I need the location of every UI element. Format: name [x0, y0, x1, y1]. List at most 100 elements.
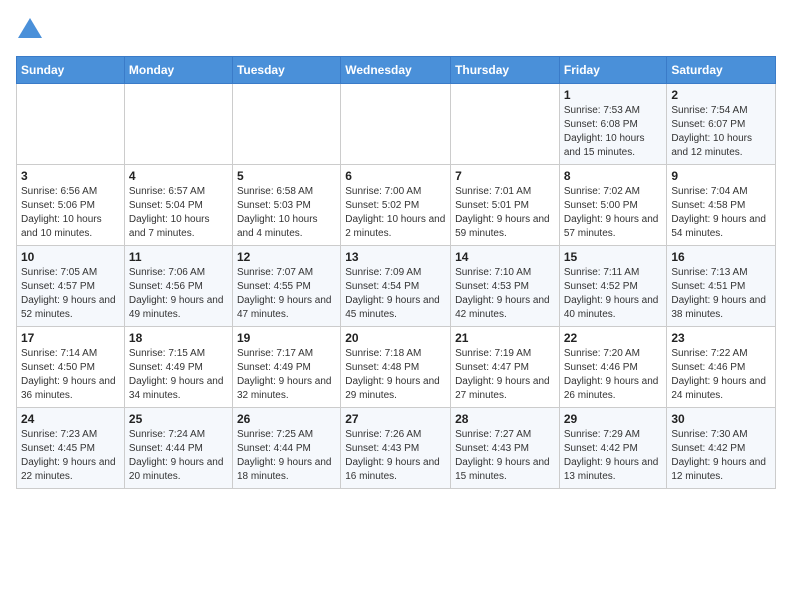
day-info: Sunrise: 7:18 AM Sunset: 4:48 PM Dayligh… [345, 347, 446, 403]
day-info: Sunrise: 6:57 AM Sunset: 5:04 PM Dayligh… [129, 185, 228, 241]
day-number: 6 [345, 169, 446, 183]
day-info: Sunrise: 7:13 AM Sunset: 4:51 PM Dayligh… [671, 266, 771, 322]
day-info: Sunrise: 7:00 AM Sunset: 5:02 PM Dayligh… [345, 185, 446, 241]
day-number: 1 [564, 88, 663, 102]
day-header: Tuesday [232, 57, 340, 84]
calendar-cell: 24Sunrise: 7:23 AM Sunset: 4:45 PM Dayli… [17, 408, 125, 489]
calendar-cell [341, 84, 451, 165]
day-info: Sunrise: 7:01 AM Sunset: 5:01 PM Dayligh… [455, 185, 555, 241]
day-header: Sunday [17, 57, 125, 84]
day-number: 29 [564, 412, 663, 426]
day-number: 10 [21, 250, 120, 264]
calendar-cell: 15 Sunrise: 7:11 AM Sunset: 4:52 PM Dayli… [559, 246, 667, 327]
day-info: Sunrise: 7:25 AM Sunset: 4:44 PM Dayligh… [237, 428, 336, 484]
day-number: 12 [237, 250, 336, 264]
day-header: Friday [559, 57, 667, 84]
day-info: Sunrise: 7:10 AM Sunset: 4:53 PM Dayligh… [455, 266, 555, 322]
calendar-cell: 5 Sunrise: 6:58 AM Sunset: 5:03 PM Daylig… [232, 165, 340, 246]
calendar-cell: 22 Sunrise: 7:20 AM Sunset: 4:46 PM Dayli… [559, 327, 667, 408]
calendar-cell [232, 84, 340, 165]
day-info: Sunrise: 6:56 AM Sunset: 5:06 PM Dayligh… [21, 185, 120, 241]
day-number: 2 [671, 88, 771, 102]
day-info: Sunrise: 7:11 AM Sunset: 4:52 PM Dayligh… [564, 266, 663, 322]
day-info: Sunrise: 7:14 AM Sunset: 4:50 PM Dayligh… [21, 347, 120, 403]
day-info: Sunrise: 7:07 AM Sunset: 4:55 PM Dayligh… [237, 266, 336, 322]
day-info: Sunrise: 7:04 AM Sunset: 4:58 PM Dayligh… [671, 185, 771, 241]
calendar-cell: 12 Sunrise: 7:07 AM Sunset: 4:55 PM Dayli… [232, 246, 340, 327]
day-info: Sunrise: 7:29 AM Sunset: 4:42 PM Dayligh… [564, 428, 663, 484]
calendar-cell: 14 Sunrise: 7:10 AM Sunset: 4:53 PM Dayli… [451, 246, 560, 327]
day-number: 17 [21, 331, 120, 345]
day-info: Sunrise: 7:24 AM Sunset: 4:44 PM Dayligh… [129, 428, 228, 484]
day-info: Sunrise: 7:22 AM Sunset: 4:46 PM Dayligh… [671, 347, 771, 403]
day-number: 3 [21, 169, 120, 183]
day-number: 25 [129, 412, 228, 426]
day-header: Saturday [667, 57, 776, 84]
day-number: 19 [237, 331, 336, 345]
calendar-week-row: 3 Sunrise: 6:56 AM Sunset: 5:06 PM Daylig… [17, 165, 776, 246]
day-number: 4 [129, 169, 228, 183]
day-number: 8 [564, 169, 663, 183]
header [16, 16, 776, 44]
calendar-table: SundayMondayTuesdayWednesdayThursdayFrid… [16, 56, 776, 489]
calendar-cell: 4 Sunrise: 6:57 AM Sunset: 5:04 PM Daylig… [124, 165, 232, 246]
calendar-cell: 2Sunrise: 7:54 AM Sunset: 6:07 PM Daylig… [667, 84, 776, 165]
day-info: Sunrise: 7:02 AM Sunset: 5:00 PM Dayligh… [564, 185, 663, 241]
logo [16, 16, 48, 44]
day-number: 11 [129, 250, 228, 264]
day-info: Sunrise: 7:26 AM Sunset: 4:43 PM Dayligh… [345, 428, 446, 484]
calendar-cell: 8 Sunrise: 7:02 AM Sunset: 5:00 PM Daylig… [559, 165, 667, 246]
calendar-cell: 21 Sunrise: 7:19 AM Sunset: 4:47 PM Dayli… [451, 327, 560, 408]
calendar-cell: 9 Sunrise: 7:04 AM Sunset: 4:58 PM Daylig… [667, 165, 776, 246]
calendar-cell: 17 Sunrise: 7:14 AM Sunset: 4:50 PM Dayli… [17, 327, 125, 408]
day-number: 13 [345, 250, 446, 264]
day-header: Monday [124, 57, 232, 84]
day-number: 23 [671, 331, 771, 345]
calendar-cell: 29 Sunrise: 7:29 AM Sunset: 4:42 PM Dayli… [559, 408, 667, 489]
calendar-cell: 19 Sunrise: 7:17 AM Sunset: 4:49 PM Dayli… [232, 327, 340, 408]
day-info: Sunrise: 6:58 AM Sunset: 5:03 PM Dayligh… [237, 185, 336, 241]
calendar-cell: 11 Sunrise: 7:06 AM Sunset: 4:56 PM Dayli… [124, 246, 232, 327]
day-number: 16 [671, 250, 771, 264]
day-number: 28 [455, 412, 555, 426]
day-number: 26 [237, 412, 336, 426]
day-number: 20 [345, 331, 446, 345]
day-info: Sunrise: 7:53 AM Sunset: 6:08 PM Dayligh… [564, 104, 663, 160]
day-number: 15 [564, 250, 663, 264]
calendar-week-row: 24Sunrise: 7:23 AM Sunset: 4:45 PM Dayli… [17, 408, 776, 489]
calendar-week-row: 1 Sunrise: 7:53 AM Sunset: 6:08 PM Daylig… [17, 84, 776, 165]
calendar-cell [451, 84, 560, 165]
day-number: 14 [455, 250, 555, 264]
day-info: Sunrise: 7:20 AM Sunset: 4:46 PM Dayligh… [564, 347, 663, 403]
day-info: Sunrise: 7:09 AM Sunset: 4:54 PM Dayligh… [345, 266, 446, 322]
day-number: 9 [671, 169, 771, 183]
day-number: 24 [21, 412, 120, 426]
day-info: Sunrise: 7:06 AM Sunset: 4:56 PM Dayligh… [129, 266, 228, 322]
day-number: 22 [564, 331, 663, 345]
header-row: SundayMondayTuesdayWednesdayThursdayFrid… [17, 57, 776, 84]
calendar-cell: 23 Sunrise: 7:22 AM Sunset: 4:46 PM Dayli… [667, 327, 776, 408]
day-number: 21 [455, 331, 555, 345]
day-header: Wednesday [341, 57, 451, 84]
calendar-cell: 18Sunrise: 7:15 AM Sunset: 4:49 PM Dayli… [124, 327, 232, 408]
calendar-cell: 7 Sunrise: 7:01 AM Sunset: 5:01 PM Daylig… [451, 165, 560, 246]
day-number: 7 [455, 169, 555, 183]
calendar-cell: 25 Sunrise: 7:24 AM Sunset: 4:44 PM Dayli… [124, 408, 232, 489]
calendar-cell: 28Sunrise: 7:27 AM Sunset: 4:43 PM Dayli… [451, 408, 560, 489]
day-info: Sunrise: 7:19 AM Sunset: 4:47 PM Dayligh… [455, 347, 555, 403]
day-info: Sunrise: 7:30 AM Sunset: 4:42 PM Dayligh… [671, 428, 771, 484]
calendar-cell: 3 Sunrise: 6:56 AM Sunset: 5:06 PM Daylig… [17, 165, 125, 246]
day-number: 5 [237, 169, 336, 183]
calendar-cell: 13 Sunrise: 7:09 AM Sunset: 4:54 PM Dayli… [341, 246, 451, 327]
calendar-cell: 26 Sunrise: 7:25 AM Sunset: 4:44 PM Dayli… [232, 408, 340, 489]
calendar-cell: 30Sunrise: 7:30 AM Sunset: 4:42 PM Dayli… [667, 408, 776, 489]
calendar-cell: 16 Sunrise: 7:13 AM Sunset: 4:51 PM Dayli… [667, 246, 776, 327]
day-number: 27 [345, 412, 446, 426]
calendar-week-row: 10 Sunrise: 7:05 AM Sunset: 4:57 PM Dayli… [17, 246, 776, 327]
day-info: Sunrise: 7:17 AM Sunset: 4:49 PM Dayligh… [237, 347, 336, 403]
calendar-week-row: 17 Sunrise: 7:14 AM Sunset: 4:50 PM Dayli… [17, 327, 776, 408]
calendar-cell [17, 84, 125, 165]
day-info: Sunrise: 7:05 AM Sunset: 4:57 PM Dayligh… [21, 266, 120, 322]
calendar-cell: 6 Sunrise: 7:00 AM Sunset: 5:02 PM Daylig… [341, 165, 451, 246]
calendar-cell: 1 Sunrise: 7:53 AM Sunset: 6:08 PM Daylig… [559, 84, 667, 165]
